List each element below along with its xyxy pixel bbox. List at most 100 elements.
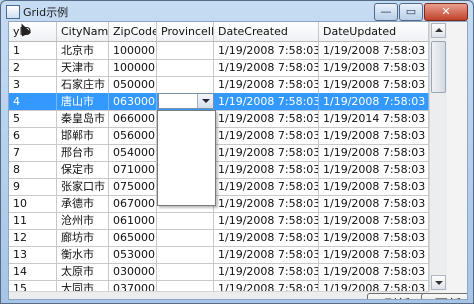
cell-dateupdated[interactable]: 1/19/2008 7:58:03 PM [319, 195, 429, 212]
cell-cityid[interactable]: 13 [9, 246, 57, 263]
cell-dateupdated[interactable]: 1/19/2008 7:58:03 PM [319, 246, 429, 263]
table-row[interactable]: 3石家庄市050000 1/19/2008 7:58:03 PM1/19/2008… [9, 76, 429, 94]
cell-cityname[interactable]: 邯郸市 [57, 127, 109, 144]
vertical-scrollbar[interactable] [429, 22, 447, 291]
minimize-button[interactable]: — [374, 3, 398, 21]
cell-cityname[interactable]: 张家口市 [57, 178, 109, 195]
column-header-zipcode[interactable]: ZipCode [109, 22, 157, 41]
cell-cityname[interactable]: 沧州市 [57, 212, 109, 229]
cell-provinceid[interactable] [157, 76, 214, 93]
cell-cityid[interactable]: 1 [9, 42, 57, 59]
table-row[interactable]: 8保定市071000 1/19/2008 7:58:03 PM1/19/2008 … [9, 161, 429, 179]
province-dropdown-list[interactable] [157, 110, 216, 206]
table-row[interactable]: 5秦皇岛市066000 1/19/2008 7:58:03 PM1/19/2014… [9, 110, 429, 128]
cell-zipcode[interactable]: 053000 [109, 246, 157, 263]
cell-cityid[interactable]: 8 [9, 161, 57, 178]
cell-cityid[interactable]: 5 [9, 110, 57, 127]
cell-dateupdated[interactable]: 1/19/2008 7:58:03 PM [319, 42, 429, 59]
cell-cityname[interactable]: 衡水市 [57, 246, 109, 263]
table-row[interactable]: 2天津市100000 1/19/2008 7:58:03 PM1/19/2008 … [9, 59, 429, 77]
cell-zipcode[interactable]: 050000 [109, 76, 157, 93]
cell-dateupdated[interactable]: 1/19/2008 7:58:03 PM [319, 212, 429, 229]
cell-cityid[interactable]: 10 [9, 195, 57, 212]
table-row[interactable]: 10承德市067000 1/19/2008 7:58:03 PM1/19/2008… [9, 195, 429, 213]
horizontal-scrollbar[interactable] [9, 291, 429, 299]
cell-provinceid[interactable] [157, 59, 214, 76]
cell-datecreated[interactable]: 1/19/2008 7:58:03 PM [214, 127, 319, 144]
cell-zipcode[interactable]: 071000 [109, 161, 157, 178]
cell-cityid[interactable]: 11 [9, 212, 57, 229]
cell-dateupdated[interactable]: 1/19/2014 7:58:03 PM [319, 110, 429, 127]
cell-dateupdated[interactable]: 1/19/2008 7:58:03 PM [319, 144, 429, 161]
data-grid[interactable]: yID CityName ZipCode ProvinceID DateCrea… [9, 22, 429, 291]
cell-cityid[interactable]: 4 [9, 93, 57, 110]
cell-zipcode[interactable]: 056000 [109, 127, 157, 144]
column-header-dateupdated[interactable]: DateUpdated [319, 22, 429, 41]
scroll-down-button[interactable] [431, 275, 446, 290]
cell-cityid[interactable]: 12 [9, 229, 57, 246]
cell-zipcode[interactable]: 066000 [109, 110, 157, 127]
cell-zipcode[interactable]: 063000 [109, 93, 157, 110]
cell-cityid[interactable]: 15 [9, 280, 57, 291]
cell-zipcode[interactable]: 030000 [109, 263, 157, 280]
province-combobox-editor[interactable] [158, 93, 214, 109]
cell-datecreated[interactable]: 1/19/2008 7:58:03 PM [214, 76, 319, 93]
table-row[interactable]: 13衡水市053000 1/19/2008 7:58:03 PM1/19/2008… [9, 246, 429, 264]
cell-cityname[interactable]: 太原市 [57, 263, 109, 280]
cell-datecreated[interactable]: 1/19/2008 7:58:03 PM [214, 280, 319, 291]
table-row[interactable]: 11沧州市061000 1/19/2008 7:58:03 PM1/19/2008… [9, 212, 429, 230]
cell-provinceid[interactable] [157, 229, 214, 246]
column-header-datecreated[interactable]: DateCreated [214, 22, 319, 41]
cell-dateupdated[interactable]: 1/19/2008 7:58:03 PM [319, 93, 429, 110]
table-row[interactable]: 7邢台市054000 1/19/2008 7:58:03 PM1/19/2008 … [9, 144, 429, 162]
cell-cityname[interactable]: 唐山市 [57, 93, 109, 110]
cell-datecreated[interactable]: 1/19/2008 7:58:03 PM [214, 93, 319, 110]
table-row[interactable]: 1北京市100000 1/19/2008 7:58:03 PM1/19/2008 … [9, 42, 429, 60]
cell-cityid[interactable]: 14 [9, 263, 57, 280]
cell-cityname[interactable]: 邢台市 [57, 144, 109, 161]
cell-cityname[interactable]: 廊坊市 [57, 229, 109, 246]
column-header-provinceid[interactable]: ProvinceID [157, 22, 214, 41]
cell-dateupdated[interactable]: 1/19/2008 7:58:03 PM [319, 263, 429, 280]
cell-cityid[interactable]: 7 [9, 144, 57, 161]
cell-cityname[interactable]: 石家庄市 [57, 76, 109, 93]
cell-cityname[interactable]: 天津市 [57, 59, 109, 76]
cell-provinceid[interactable] [157, 42, 214, 59]
cell-cityid[interactable]: 9 [9, 178, 57, 195]
cell-zipcode[interactable]: 054000 [109, 144, 157, 161]
column-header-cityname[interactable]: CityName [57, 22, 109, 41]
cell-zipcode[interactable]: 061000 [109, 212, 157, 229]
cell-provinceid[interactable] [157, 246, 214, 263]
title-bar[interactable]: Grid示例 — ▭ ✕ [1, 1, 473, 22]
cell-dateupdated[interactable]: 1/19/2008 7:58:03 PM [319, 229, 429, 246]
cell-datecreated[interactable]: 1/19/2008 7:58:03 PM [214, 263, 319, 280]
cell-zipcode[interactable]: 065000 [109, 229, 157, 246]
cell-dateupdated[interactable]: 1/19/2008 7:58:03 PM [319, 178, 429, 195]
chevron-down-icon[interactable] [197, 94, 213, 108]
cell-dateupdated[interactable]: 1/19/2008 7:58:03 PM [319, 76, 429, 93]
cell-zipcode[interactable]: 067000 [109, 195, 157, 212]
update-button[interactable]: 更新 [421, 293, 467, 299]
cell-cityname[interactable]: 承德市 [57, 195, 109, 212]
cell-datecreated[interactable]: 1/19/2008 7:58:03 PM [214, 246, 319, 263]
table-row[interactable]: 6邯郸市056000 1/19/2008 7:58:03 PM1/19/2008 … [9, 127, 429, 145]
cell-datecreated[interactable]: 1/19/2008 7:58:03 PM [214, 59, 319, 76]
cell-zipcode[interactable]: 100000 [109, 42, 157, 59]
cell-datecreated[interactable]: 1/19/2008 7:58:03 PM [214, 161, 319, 178]
maximize-button[interactable]: ▭ [399, 3, 423, 21]
cell-cityname[interactable]: 大同市 [57, 280, 109, 291]
cell-provinceid[interactable] [157, 263, 214, 280]
cell-zipcode[interactable]: 075000 [109, 178, 157, 195]
cell-datecreated[interactable]: 1/19/2008 7:58:03 PM [214, 212, 319, 229]
scroll-up-button[interactable] [431, 23, 446, 38]
cell-cityid[interactable]: 2 [9, 59, 57, 76]
refresh-button[interactable]: 刷新 [367, 293, 427, 299]
cell-datecreated[interactable]: 1/19/2008 7:58:03 PM [214, 144, 319, 161]
cell-dateupdated[interactable]: 1/19/2008 7:58:03 PM [319, 127, 429, 144]
table-row[interactable]: 4唐山市063000 1/19/2008 7:58:03 PM1/19/2008 … [9, 93, 429, 111]
cell-zipcode[interactable]: 100000 [109, 59, 157, 76]
cell-zipcode[interactable]: 037000 [109, 280, 157, 291]
cell-dateupdated[interactable]: 1/19/2008 7:58:03 PM [319, 161, 429, 178]
cell-provinceid[interactable] [157, 280, 214, 291]
table-row[interactable]: 14太原市030000 1/19/2008 7:58:03 PM1/19/2008… [9, 263, 429, 281]
